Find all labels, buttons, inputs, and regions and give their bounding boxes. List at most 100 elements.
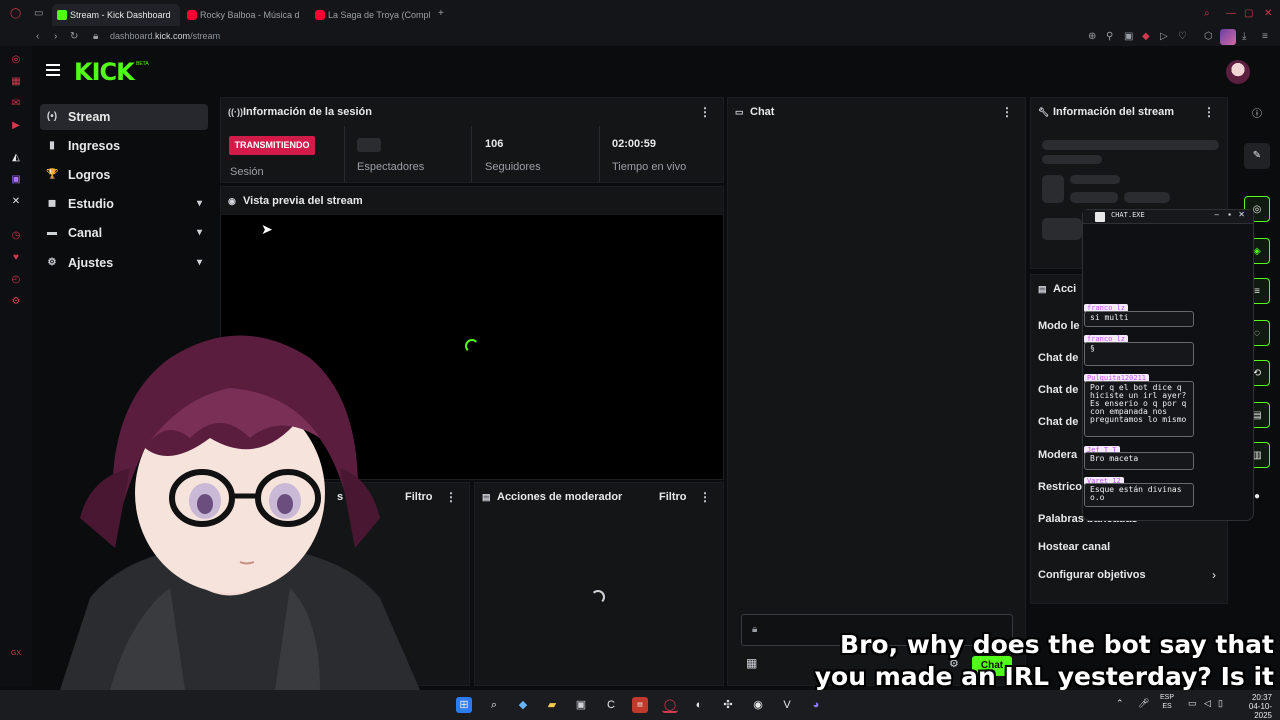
forward-icon[interactable]: › [54, 31, 57, 43]
kebab-menu-icon[interactable]: ⋮ [1203, 98, 1215, 126]
nav-item-label: Estudio [68, 197, 114, 211]
channel-icon: ▬ [47, 227, 57, 238]
search-icon[interactable]: ⌕ [486, 697, 502, 713]
quick-action-row[interactable]: Chat de [1038, 384, 1078, 396]
sidebar-x-icon[interactable]: ✕ [10, 196, 22, 208]
volume-icon[interactable]: ◁ [1204, 698, 1211, 709]
kebab-menu-icon[interactable]: ⋮ [699, 483, 711, 511]
kick-logo[interactable]: KICK [74, 58, 135, 86]
pin-icon[interactable]: ⚲ [1106, 31, 1113, 43]
microphone-icon[interactable]: 🎤︎ [1138, 698, 1149, 709]
app-red-icon[interactable]: ▤ [632, 697, 648, 713]
sidebar-bookmarks-icon[interactable]: ♥ [10, 252, 22, 264]
tray-chevron-icon[interactable]: ⌃ [1116, 698, 1124, 709]
clock-date: 04-10-2025 [1248, 702, 1272, 720]
studio-icon: ◼ [47, 198, 57, 209]
file-explorer-icon[interactable]: ▰ [544, 697, 560, 713]
vtube-studio-icon[interactable]: V [779, 697, 795, 713]
maximize-icon[interactable]: ▢ [1244, 8, 1253, 20]
quick-action-row[interactable]: Chat de [1038, 352, 1078, 364]
new-tab-button[interactable]: + [438, 8, 444, 20]
avatar-pupil-right [277, 494, 293, 514]
shield-icon[interactable]: ◆ [1142, 31, 1150, 43]
sidebar-aria-icon[interactable]: ◎ [10, 54, 22, 66]
preview-icon: ◉ [228, 196, 236, 206]
kebab-menu-icon[interactable]: ⋮ [1001, 98, 1013, 126]
sidebar-kick-icon[interactable]: ◭ [10, 152, 22, 164]
sidebar-twitch-icon[interactable]: ▣ [10, 174, 22, 186]
quick-action-row[interactable]: Modera [1038, 449, 1077, 461]
skeleton-bar [1070, 175, 1120, 184]
hamburger-menu-icon[interactable] [46, 64, 60, 76]
windows-start-icon[interactable]: ⊞ [456, 697, 472, 713]
close-window-icon[interactable]: ✕ [1264, 8, 1272, 20]
sidebar-store-icon[interactable]: ▦ [10, 76, 22, 88]
play-icon[interactable]: ▷ [1160, 31, 1168, 43]
opera-logo-icon[interactable]: ◯ [10, 8, 21, 20]
edit-icon[interactable]: ✎ [1244, 143, 1270, 169]
store-icon[interactable]: ▣ [573, 697, 589, 713]
sidebar-messenger-icon[interactable]: ✉ [10, 98, 22, 110]
sidebar-settings-icon[interactable]: ⚙ [10, 296, 22, 308]
tab-rocky-balboa[interactable]: Rocky Balboa - Música d [182, 4, 302, 26]
profile-extension-icon[interactable] [1220, 29, 1236, 45]
gift-icon[interactable]: ▦ [746, 656, 757, 670]
chevron-down-icon[interactable]: ▾ [197, 250, 202, 276]
sidebar-history-icon[interactable]: ◷ [10, 230, 22, 242]
tab-saga-troya[interactable]: La Saga de Troya (Compl [310, 4, 434, 26]
taskbar-clock[interactable]: 20:37 04-10-2025 [1232, 693, 1272, 720]
quick-action-row[interactable]: Hostear canal [1038, 541, 1110, 553]
broadcast-icon: ((·)) [228, 107, 243, 117]
nav-item-stream[interactable]: (•) Stream [40, 104, 208, 130]
search-tabs-icon[interactable]: ⌕ [1204, 8, 1210, 20]
kebab-menu-icon[interactable]: ⋮ [699, 98, 711, 126]
user-avatar[interactable] [1226, 60, 1250, 84]
nav-item-ajustes[interactable]: ⚙ Ajustes ▾ [40, 250, 208, 276]
chat-exe-message: Esque están divinas o.o [1084, 483, 1194, 507]
tab-islands-icon[interactable]: ▭ [34, 8, 43, 20]
extensions-icon[interactable]: ⬡ [1204, 31, 1213, 43]
url-field[interactable]: dashboard.kick.com/stream [110, 31, 220, 41]
nav-item-estudio[interactable]: ◼ Estudio ▾ [40, 191, 208, 217]
zoom-icon[interactable]: ⊕ [1088, 31, 1096, 43]
ccleaner-icon[interactable]: C [603, 697, 619, 713]
minimize-icon[interactable]: — [1226, 8, 1236, 20]
discord-icon[interactable]: ◕ [808, 697, 824, 713]
quick-action-row[interactable]: Chat de [1038, 416, 1078, 428]
chevron-right-icon[interactable]: › [1212, 568, 1216, 582]
network-icon[interactable]: ▭ [1188, 698, 1197, 709]
nav-item-ingresos[interactable]: ▮ Ingresos [40, 133, 208, 159]
back-icon[interactable]: ‹ [36, 31, 39, 43]
snapshot-icon[interactable]: ▣ [1124, 31, 1133, 43]
divider [471, 126, 472, 182]
copilot-icon[interactable]: ◆ [515, 697, 531, 713]
sidebar-clock-icon[interactable]: ◴ [10, 274, 22, 286]
mod-actions-loading-spinner [591, 590, 605, 604]
nav-item-logros[interactable]: 🏆 Logros [40, 162, 208, 188]
filter-button[interactable]: Filtro [659, 483, 687, 511]
quick-action-row[interactable]: Modo le [1038, 320, 1080, 332]
download-icon[interactable]: ⤓ [1242, 31, 1246, 43]
quick-action-row[interactable]: Restrico [1038, 481, 1082, 493]
tab-kick-dashboard[interactable]: Stream - Kick Dashboard [52, 4, 180, 26]
opera-gx-taskbar-icon[interactable]: ◯ [662, 697, 678, 713]
avatar-hair-side [340, 468, 380, 548]
menu-icon[interactable]: ≡ [1262, 31, 1268, 43]
battery-icon[interactable]: ▯ [1218, 698, 1223, 709]
language-indicator[interactable]: ESP ES [1160, 693, 1174, 711]
sidebar-youtube-icon[interactable]: ▶ [10, 120, 22, 132]
chevron-down-icon[interactable]: ▾ [197, 220, 202, 246]
heart-icon[interactable]: ♡ [1178, 31, 1187, 43]
info-icon[interactable]: ⓘ [1244, 102, 1270, 128]
steam-icon[interactable]: ◐ [691, 697, 707, 713]
quick-action-row[interactable]: Configurar objetivos [1038, 569, 1146, 581]
language-code: ESP [1160, 694, 1175, 701]
reload-icon[interactable]: ↻ [70, 31, 78, 43]
tab-label: Stream - Kick Dashboard [70, 10, 171, 20]
obs-icon[interactable]: ◉ [750, 697, 766, 713]
chevron-down-icon[interactable]: ▾ [197, 191, 202, 217]
kick-favicon-icon [57, 10, 67, 20]
app-grid-icon[interactable]: ✣ [720, 697, 736, 713]
nav-item-canal[interactable]: ▬ Canal ▾ [40, 220, 208, 246]
mod-actions-title: Acciones de moderador [497, 491, 623, 503]
